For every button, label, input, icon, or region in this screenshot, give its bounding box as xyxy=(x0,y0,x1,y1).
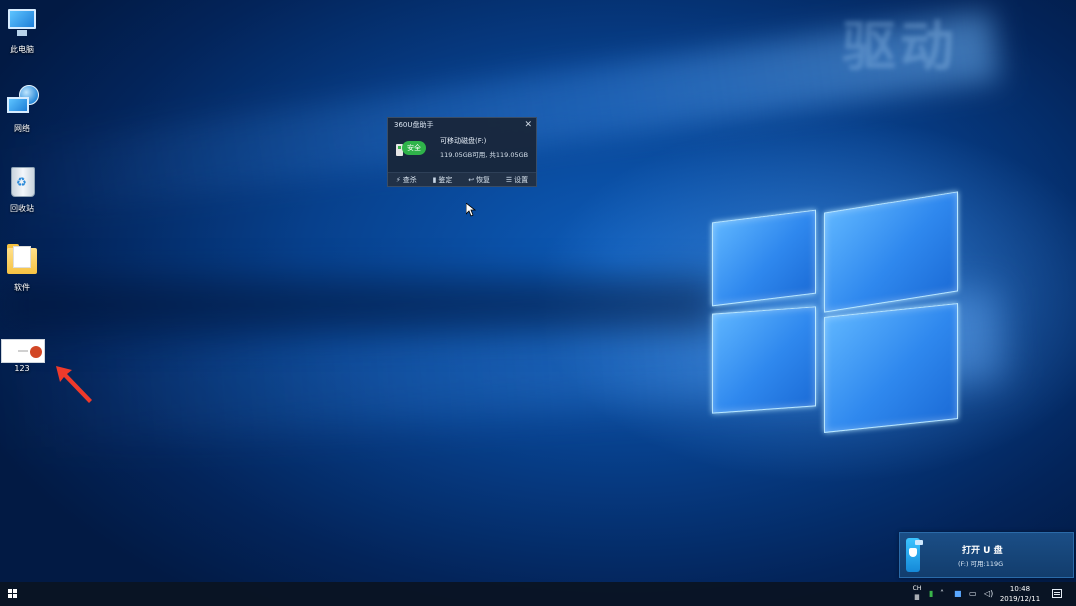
popup-body: 安全 可移动磁盘(F:) 119.05GB可用, 共119.05GB xyxy=(388,132,536,172)
smoke-watermark: 驱动 xyxy=(842,14,958,78)
recycle-bin-icon: ♻ xyxy=(5,165,39,199)
identify-button[interactable]: ▮ 鉴定 xyxy=(433,175,453,185)
status-badge: 安全 xyxy=(402,141,426,155)
windows-logo-wallpaper xyxy=(706,182,962,434)
desktop-icon-label: 此电脑 xyxy=(10,45,34,54)
scan-button[interactable]: ⚡ 查杀 xyxy=(396,175,417,185)
shield-icon xyxy=(909,548,917,557)
desktop-icon-software-folder[interactable]: 软件 xyxy=(0,244,44,293)
computer-icon xyxy=(5,6,39,40)
clock[interactable]: 10:48 2019/12/11 xyxy=(996,584,1044,604)
start-button[interactable] xyxy=(8,589,18,599)
desktop-icon-recycle-bin[interactable]: ♻ 回收站 xyxy=(0,165,44,214)
desktop-icon-network[interactable]: 网络 xyxy=(0,85,44,134)
desktop-icon-label: 网络 xyxy=(14,124,30,133)
desktop-icon-label: 123 xyxy=(14,364,30,373)
mouse-cursor-icon xyxy=(466,203,476,217)
toast-subtitle: (F:) 可用:119G xyxy=(958,560,1004,568)
logo-pane xyxy=(824,302,958,434)
notification-icon[interactable] xyxy=(1052,589,1062,598)
drive-space: 119.05GB可用, 共119.05GB xyxy=(440,151,529,159)
desktop-icon-label: 回收站 xyxy=(10,204,34,213)
logo-pane xyxy=(824,191,958,313)
folder-icon xyxy=(5,244,39,278)
shadow-band xyxy=(0,280,720,330)
desktop-icon-this-pc[interactable]: 此电脑 xyxy=(0,6,44,55)
drive-name: 可移动磁盘(F:) xyxy=(440,137,487,145)
input-method-indicator[interactable]: CH ䷀ xyxy=(912,584,922,602)
chevron-up-icon[interactable]: ˄ xyxy=(940,589,944,598)
volume-icon[interactable]: ◁) xyxy=(984,589,993,598)
taskbar: CH ䷀ ▮ ˄ ■ ▭ ◁) 10:48 2019/12/11 xyxy=(0,582,1076,606)
security-tray-icon[interactable]: ■ xyxy=(954,589,962,598)
logo-pane xyxy=(712,306,816,414)
clock-time: 10:48 xyxy=(1009,585,1031,593)
usb-tray-icon[interactable]: ▮ xyxy=(929,589,933,598)
logo-pane xyxy=(712,209,816,307)
settings-button[interactable]: ☰ 设置 xyxy=(506,175,528,185)
menu-icon: ☰ xyxy=(505,175,513,184)
drive-icon: ▮ xyxy=(432,175,437,184)
desktop-icon-label: 软件 xyxy=(14,283,30,292)
clock-date: 2019/12/11 xyxy=(999,595,1041,603)
restore-button[interactable]: ↩ 恢复 xyxy=(468,175,490,185)
powerpoint-file-icon[interactable] xyxy=(1,339,45,363)
close-icon[interactable]: ✕ xyxy=(524,118,532,132)
undo-icon: ↩ xyxy=(468,175,475,184)
popup-action-bar: ⚡ 查杀 ▮ 鉴定 ↩ 恢复 ☰ 设置 xyxy=(388,172,536,186)
popup-title: 360U盘助手 xyxy=(394,121,434,129)
popup-title-bar: 360U盘助手 ✕ xyxy=(388,118,536,132)
usb-helper-popup: 360U盘助手 ✕ 安全 可移动磁盘(F:) 119.05GB可用, 共119.… xyxy=(387,117,537,187)
open-usb-toast[interactable]: 打开 U 盘 (F:) 可用:119G xyxy=(899,532,1074,578)
bolt-icon: ⚡ xyxy=(395,175,401,184)
network-icon xyxy=(5,85,39,119)
toast-title: 打开 U 盘 xyxy=(962,546,1003,556)
red-arrow-annotation-icon xyxy=(56,366,92,403)
network-tray-icon[interactable]: ▭ xyxy=(969,589,977,598)
